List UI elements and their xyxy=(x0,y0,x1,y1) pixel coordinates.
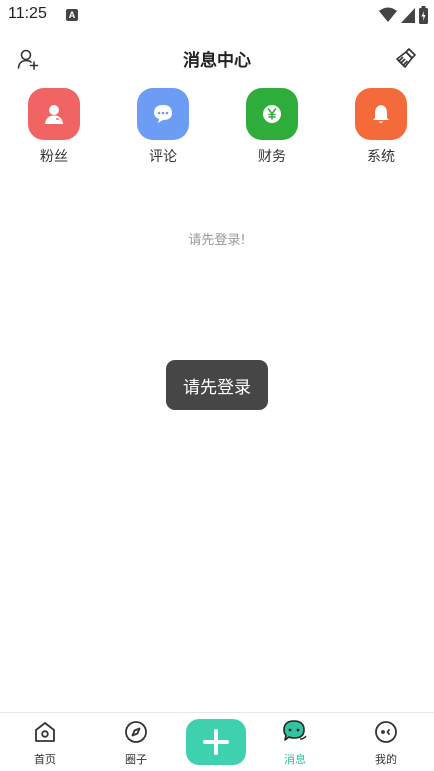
compass-icon xyxy=(123,719,149,745)
header: 消息中心 xyxy=(0,40,434,76)
page-title: 消息中心 xyxy=(183,51,251,71)
profile-icon xyxy=(373,719,399,745)
category-label: 评论 xyxy=(149,149,177,165)
plus-icon xyxy=(203,729,229,755)
add-post-button[interactable] xyxy=(186,719,246,765)
empty-message: 请先登录! xyxy=(188,233,246,248)
broom-icon[interactable] xyxy=(394,46,418,70)
tab-label: 消息 xyxy=(284,753,306,766)
category-fans[interactable]: 粉丝 xyxy=(19,88,89,172)
tab-messages[interactable]: 消息 xyxy=(265,719,325,767)
status-time: 11:25 xyxy=(8,5,47,22)
chat-icon xyxy=(137,88,189,140)
tab-home[interactable]: 首页 xyxy=(15,719,75,767)
tab-circle[interactable]: 圈子 xyxy=(106,719,166,767)
tab-label: 我的 xyxy=(375,753,397,766)
tab-label: 圈子 xyxy=(125,753,147,766)
toast: 请先登录 xyxy=(166,360,268,410)
status-notification-icon: A xyxy=(66,9,78,21)
category-row: 粉丝 评论 财务 系统 xyxy=(0,88,434,172)
category-label: 粉丝 xyxy=(40,149,68,165)
wifi-icon xyxy=(379,7,397,22)
tab-bar: 首页 圈子 消息 我的 xyxy=(0,712,434,771)
category-label: 财务 xyxy=(258,149,286,165)
signal-icon xyxy=(401,8,415,23)
tab-label: 首页 xyxy=(34,753,56,766)
status-icons xyxy=(379,6,428,24)
category-comments[interactable]: 评论 xyxy=(128,88,198,172)
bell-icon xyxy=(355,88,407,140)
tab-profile[interactable]: 我的 xyxy=(356,719,416,767)
category-finance[interactable]: 财务 xyxy=(237,88,307,172)
category-label: 系统 xyxy=(367,149,395,165)
home-icon xyxy=(32,719,58,745)
battery-icon xyxy=(419,6,428,24)
user-icon xyxy=(28,88,80,140)
category-system[interactable]: 系统 xyxy=(346,88,416,172)
status-bar: 11:25 A xyxy=(0,0,434,30)
message-icon xyxy=(282,719,308,745)
yen-icon xyxy=(246,88,298,140)
